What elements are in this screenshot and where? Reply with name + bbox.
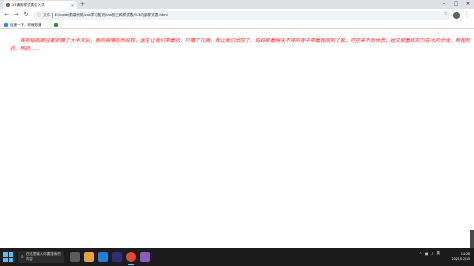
system-tray: ^ ▦ ♪ 英 [419,251,440,256]
side-panel-edge [470,230,474,248]
browser-tab[interactable]: 25通用样式表引入式 ✕ [3,1,77,9]
browser-menu-icon[interactable]: ⋮ [464,11,470,18]
page-viewport: 等到稻和豌豆都折腾了大半天后，我的病情有所好转，医生让我们带着药，叮嘱了几遍，我… [0,29,474,247]
tab-strip: 25通用样式表引入式 ✕ + – □ ✕ [0,0,474,9]
forward-icon[interactable]: → [12,11,20,19]
tray-up-arrow-icon[interactable]: ^ [419,252,422,256]
story-paragraph: 等到稻和豌豆都折腾了大半天后，我的病情有所好转，医生让我们带着药，叮嘱了几遍，我… [10,38,471,52]
bookmark-baidu[interactable]: 百度一下，你就知道 [4,22,42,28]
clock-date: 2021/12/15 [451,257,470,261]
taskbar-clock[interactable]: 14:28 2021/12/15 [452,252,470,262]
input-language[interactable]: 英 [437,251,441,256]
security-label: 文件 [43,12,51,17]
taskbar-search[interactable]: ⌕ 在这里输入你要搜索的内容 [18,251,64,263]
active-app-indicator [128,264,134,265]
reload-icon[interactable]: ↻ [22,11,30,19]
bookmark-folder-icon [54,23,58,27]
info-icon[interactable]: ⓘ [37,12,41,18]
tab-close-icon[interactable]: ✕ [71,3,74,8]
new-tab-button[interactable]: + [80,1,85,8]
address-bar[interactable]: ⓘ 文件 E:/code/前端代码/css学习知识/css的三种样式表/5.3内… [33,10,451,20]
address-separator [52,12,53,18]
bookmarks-bar: 百度一下，你就知道 [0,21,474,29]
bookmark-second[interactable] [54,22,60,28]
baidu-icon [4,23,8,27]
file-explorer-icon[interactable] [84,252,94,262]
profile-avatar-icon[interactable] [453,11,460,19]
volume-icon[interactable]: ♪ [431,252,433,256]
code-editor-icon[interactable] [112,252,122,262]
bookmark-label: 百度一下，你就知道 [10,22,42,27]
windows-taskbar: ⌕ 在这里输入你要搜索的内容 ^ ▦ ♪ 英 14:28 2021/12/15 [0,248,474,266]
back-icon[interactable]: ← [3,11,11,19]
media-app-icon[interactable] [140,252,150,262]
windows-start-icon[interactable] [3,252,13,262]
task-view-icon[interactable] [70,252,80,262]
edge-browser-icon[interactable] [98,252,108,262]
search-icon: ⌕ [21,254,24,260]
bookmark-star-icon[interactable]: ☆ [444,11,448,17]
browser-toolbar: ← → ↻ ⓘ 文件 E:/code/前端代码/css学习知识/css的三种样式… [0,9,474,21]
page-favicon-icon [6,3,10,7]
network-icon[interactable]: ▦ [425,252,428,256]
search-placeholder: 在这里输入你要搜索的内容 [25,252,61,261]
minimize-button[interactable]: – [438,0,450,9]
tab-title: 25通用样式表引入式 [12,2,45,7]
url-text[interactable]: E:/code/前端代码/css学习知识/css的三种样式表/5.3内部样式表.… [55,13,168,18]
maximize-button[interactable]: □ [450,0,462,9]
close-window-button[interactable]: ✕ [462,0,474,9]
chrome-icon[interactable] [126,252,136,262]
